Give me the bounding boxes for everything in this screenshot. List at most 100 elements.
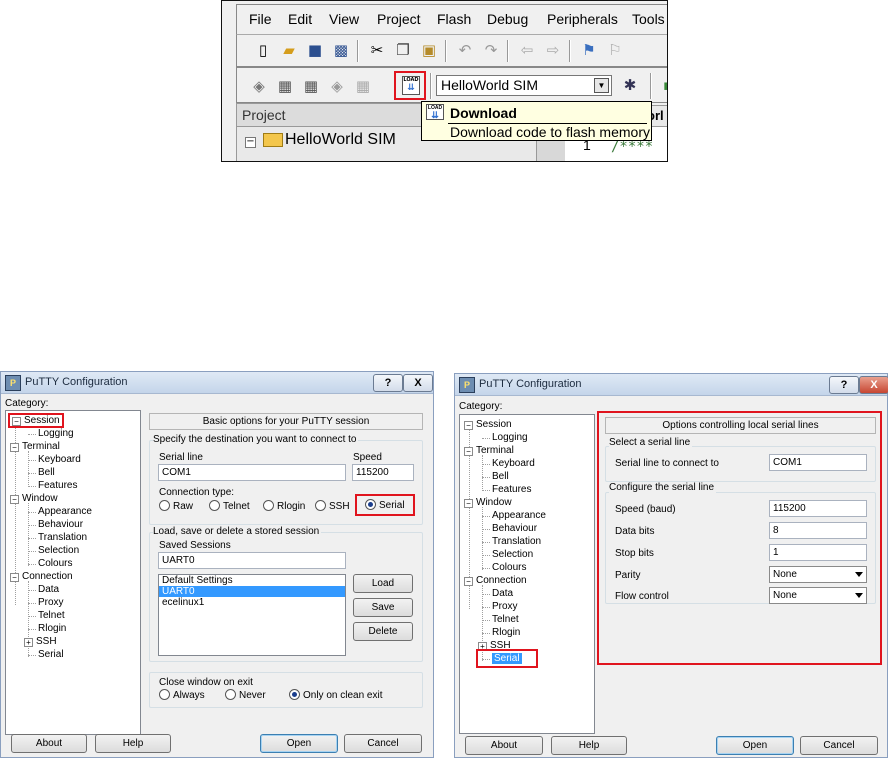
project-tree-item[interactable]: HelloWorld SIM [285, 131, 396, 149]
tree-item-terminal[interactable]: − Terminal [464, 445, 514, 456]
tree-item-telnet[interactable]: Telnet [38, 610, 65, 621]
session-list-item[interactable]: Default Settings [159, 575, 345, 586]
tree-item-selection[interactable]: Selection [38, 545, 79, 556]
manage-components-icon[interactable]: ▪ [658, 75, 667, 95]
redo-icon[interactable]: ↷ [481, 40, 501, 60]
tree-item-connection[interactable]: − Connection [464, 575, 527, 586]
speed-input[interactable]: 115200 [352, 464, 414, 481]
radio-always[interactable]: Always [159, 689, 205, 701]
radio-never[interactable]: Never [225, 689, 266, 701]
target-options-icon[interactable]: ✱ [620, 75, 640, 95]
tree-item-keyboard[interactable]: Keyboard [492, 458, 535, 469]
speed-input[interactable]: 115200 [769, 500, 867, 517]
flow-control-select[interactable]: None [769, 587, 867, 604]
tree-item-proxy[interactable]: Proxy [492, 601, 518, 612]
help-text-button[interactable]: Help [95, 734, 171, 753]
tree-item-bell[interactable]: Bell [492, 471, 509, 482]
paste-icon[interactable]: ▣ [419, 40, 439, 60]
tree-item-ssh[interactable]: + SSH [24, 636, 57, 647]
menu-file[interactable]: File [249, 11, 272, 27]
serial-line-input[interactable]: COM1 [158, 464, 346, 481]
delete-button[interactable]: Delete [353, 622, 413, 641]
nav-back-icon[interactable]: ⇦ [517, 40, 537, 60]
save-all-icon[interactable]: ▩ [331, 40, 351, 60]
session-list-item-selected[interactable]: UART0 [159, 586, 345, 597]
close-button[interactable]: X [859, 376, 888, 394]
stop-build-icon[interactable]: ▦ [353, 76, 373, 96]
session-list-item[interactable]: ecelinux1 [159, 597, 345, 608]
tree-item-bell[interactable]: Bell [38, 467, 55, 478]
new-file-icon[interactable]: ▯ [253, 40, 273, 60]
tree-item-window[interactable]: − Window [464, 497, 512, 508]
about-button[interactable]: About [465, 736, 543, 755]
data-bits-input[interactable]: 8 [769, 522, 867, 539]
tree-item-ssh[interactable]: + SSH [478, 640, 511, 651]
tree-item-serial[interactable]: Serial [476, 649, 538, 668]
session-list[interactable]: Default Settings UART0 ecelinux1 [158, 574, 346, 656]
batch-build-icon[interactable]: ◈ [327, 76, 347, 96]
cancel-button[interactable]: Cancel [344, 734, 422, 753]
radio-serial[interactable]: Serial [355, 494, 415, 516]
copy-icon[interactable]: ❐ [393, 40, 413, 60]
tree-item-logging[interactable]: Logging [38, 428, 74, 439]
radio-rlogin[interactable]: Rlogin [263, 500, 305, 512]
menu-debug[interactable]: Debug [487, 11, 528, 27]
tree-item-proxy[interactable]: Proxy [38, 597, 64, 608]
tree-item-data[interactable]: Data [492, 588, 513, 599]
saved-session-input[interactable]: UART0 [158, 552, 346, 569]
download-button[interactable]: LOAD ⇊ [394, 71, 426, 100]
help-button[interactable]: ? [373, 374, 403, 392]
tree-item-session[interactable]: − Session [464, 419, 512, 430]
tree-item-terminal[interactable]: − Terminal [10, 441, 60, 452]
load-button[interactable]: Load [353, 574, 413, 593]
serial-line-input[interactable]: COM1 [769, 454, 867, 471]
open-button[interactable]: Open [260, 734, 338, 753]
rebuild-icon[interactable]: ▦ [301, 76, 321, 96]
menu-tools[interactable]: Tools [632, 11, 665, 27]
translate-icon[interactable]: ◈ [249, 76, 269, 96]
save-icon[interactable]: ■ [305, 40, 325, 60]
about-button[interactable]: About [11, 734, 87, 753]
radio-only-clean-exit[interactable]: Only on clean exit [289, 689, 383, 701]
tree-item-data[interactable]: Data [38, 584, 59, 595]
menu-project[interactable]: Project [377, 11, 421, 27]
menu-peripherals[interactable]: Peripherals [547, 11, 618, 27]
tree-item-appearance[interactable]: Appearance [492, 510, 546, 521]
tree-item-colours[interactable]: Colours [492, 562, 526, 573]
menu-flash[interactable]: Flash [437, 11, 471, 27]
radio-ssh[interactable]: SSH [315, 500, 350, 512]
tree-item-behaviour[interactable]: Behaviour [38, 519, 83, 530]
tree-item-translation[interactable]: Translation [492, 536, 541, 547]
tree-item-window[interactable]: − Window [10, 493, 58, 504]
menu-view[interactable]: View [329, 11, 359, 27]
tree-item-rlogin[interactable]: Rlogin [492, 627, 520, 638]
tree-item-translation[interactable]: Translation [38, 532, 87, 543]
open-folder-icon[interactable]: ▰ [279, 40, 299, 60]
nav-forward-icon[interactable]: ⇨ [543, 40, 563, 60]
tree-item-features[interactable]: Features [38, 480, 77, 491]
tree-item-telnet[interactable]: Telnet [492, 614, 519, 625]
build-icon[interactable]: ▦ [275, 76, 295, 96]
radio-raw[interactable]: Raw [159, 500, 193, 512]
bookmark-icon[interactable]: ⚑ [579, 40, 599, 60]
menu-edit[interactable]: Edit [288, 11, 312, 27]
radio-telnet[interactable]: Telnet [209, 500, 250, 512]
cut-icon[interactable]: ✂ [367, 40, 387, 60]
tree-item-behaviour[interactable]: Behaviour [492, 523, 537, 534]
tree-item-connection[interactable]: − Connection [10, 571, 73, 582]
cancel-button[interactable]: Cancel [800, 736, 878, 755]
tree-item-colours[interactable]: Colours [38, 558, 72, 569]
bookmark-prev-icon[interactable]: ⚐ [605, 40, 625, 60]
close-button[interactable]: X [403, 374, 433, 392]
tree-item-logging[interactable]: Logging [492, 432, 528, 443]
parity-select[interactable]: None [769, 566, 867, 583]
undo-icon[interactable]: ↶ [455, 40, 475, 60]
tree-item-session[interactable]: − Session [8, 413, 64, 428]
dropdown-arrow-icon[interactable]: ▼ [594, 78, 609, 93]
save-button[interactable]: Save [353, 598, 413, 617]
tree-item-selection[interactable]: Selection [492, 549, 533, 560]
help-text-button[interactable]: Help [551, 736, 627, 755]
tree-item-features[interactable]: Features [492, 484, 531, 495]
collapse-icon[interactable]: − [245, 137, 256, 148]
help-button[interactable]: ? [829, 376, 859, 394]
